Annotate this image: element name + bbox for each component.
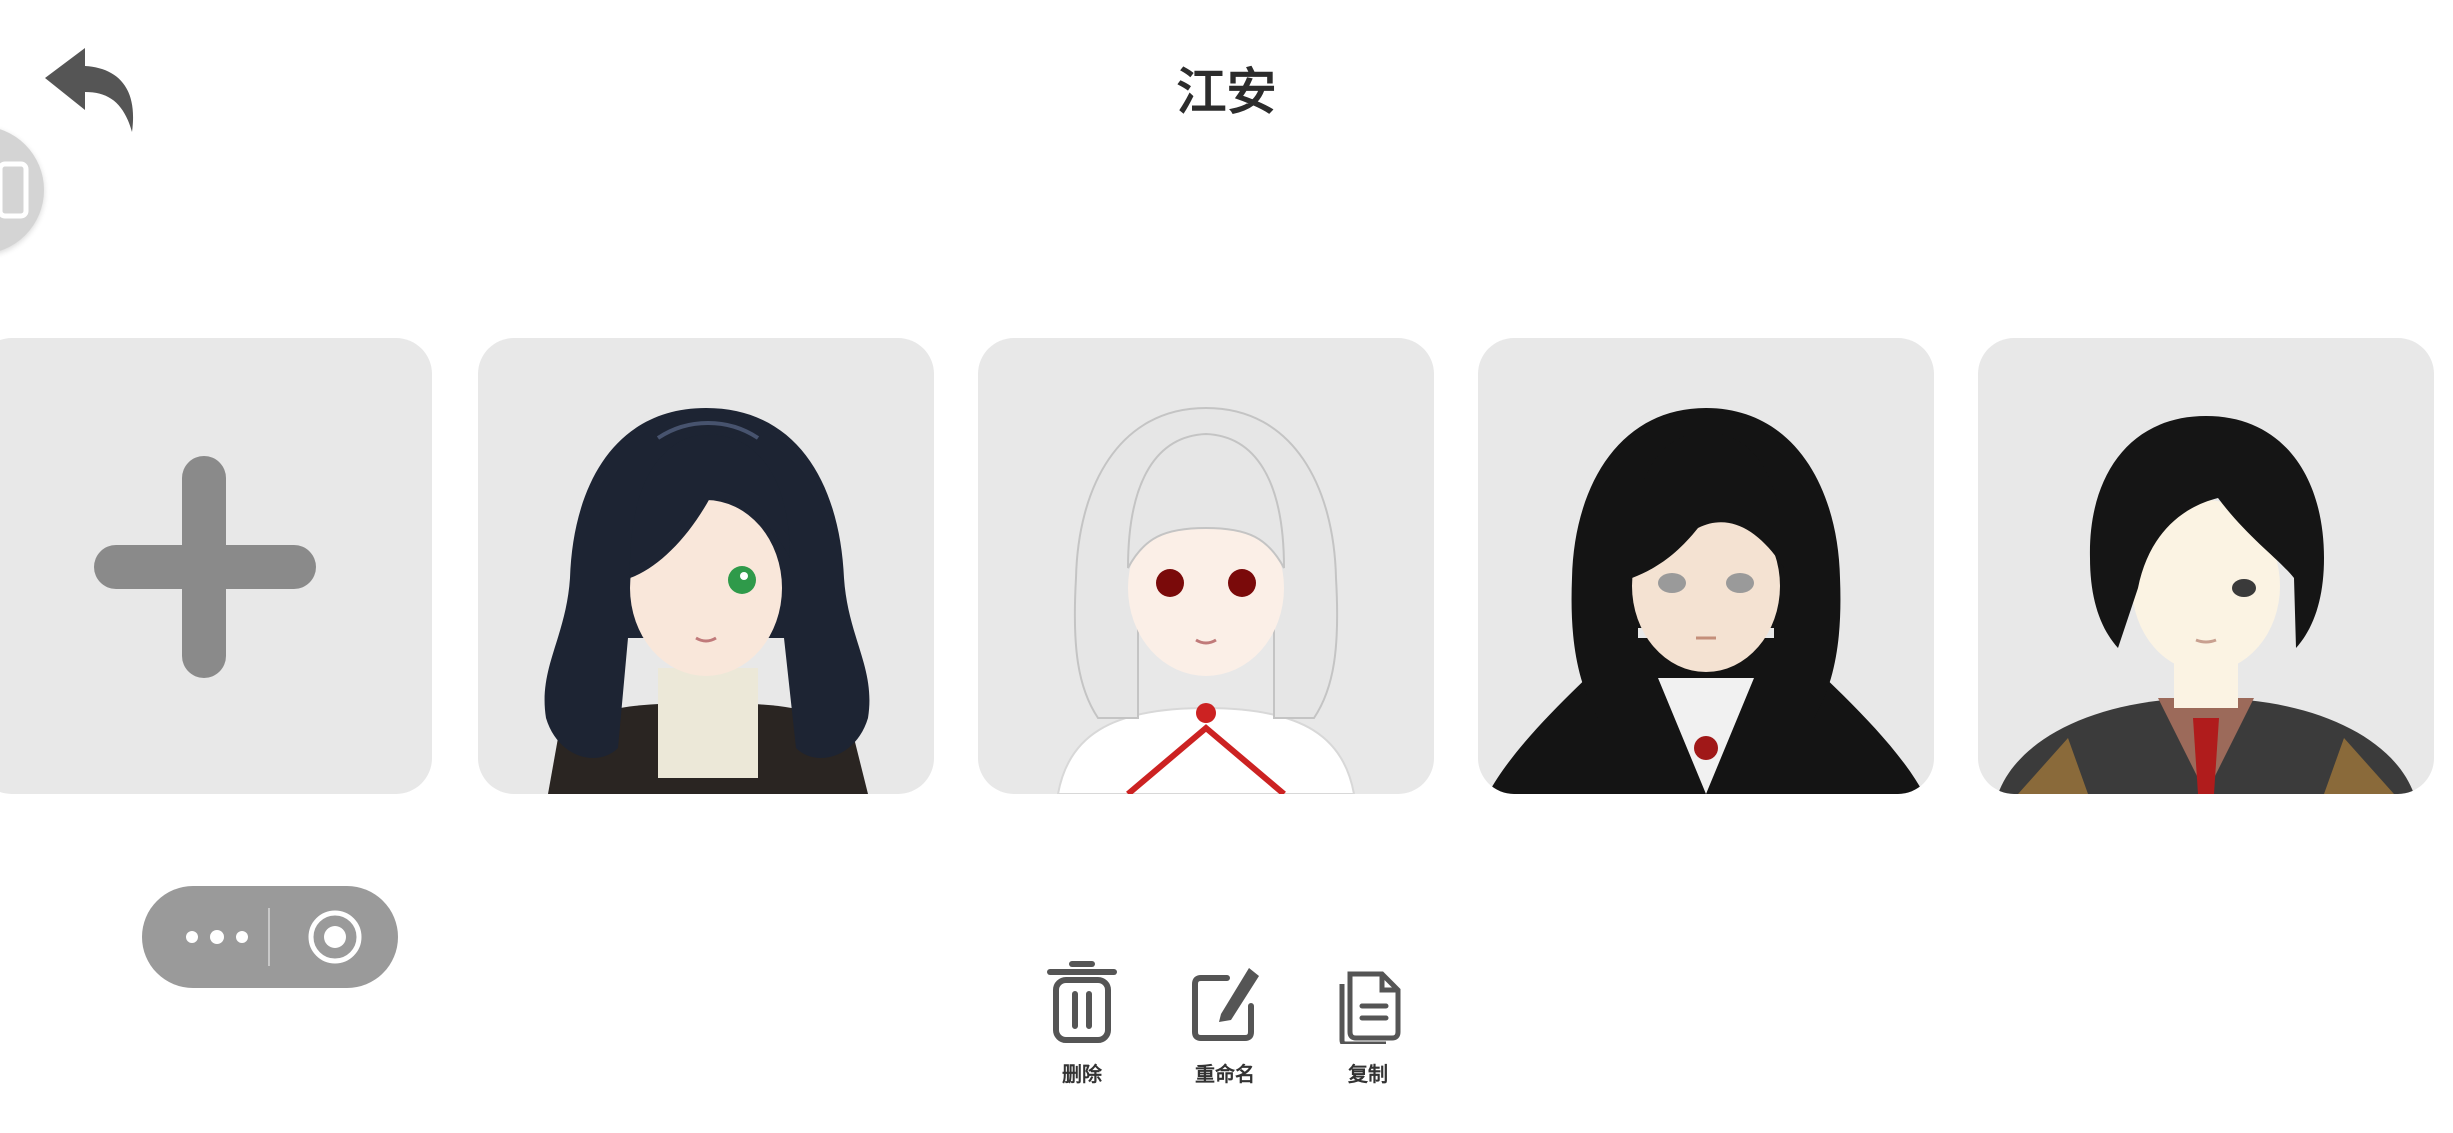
delete-button[interactable]: 删除 xyxy=(1027,960,1137,1087)
edit-icon xyxy=(1192,968,1259,1041)
phone-icon xyxy=(0,161,29,219)
page-title: 江安 xyxy=(1176,63,1277,121)
add-avatar-card[interactable] xyxy=(0,338,432,794)
plus-icon xyxy=(94,456,316,678)
avatar-card-2[interactable] xyxy=(978,338,1434,794)
rename-button[interactable]: 重命名 xyxy=(1170,960,1280,1087)
delete-label: 删除 xyxy=(1062,1062,1102,1086)
avatar-portrait xyxy=(1056,406,1356,794)
capsule-divider xyxy=(268,908,270,966)
copy-button[interactable]: 复制 xyxy=(1313,960,1423,1087)
avatar-card-1[interactable] xyxy=(478,338,934,794)
avatar-portrait xyxy=(1488,408,1924,794)
avatar-portrait xyxy=(544,408,870,794)
target-icon[interactable] xyxy=(300,910,370,964)
avatar-card-4[interactable] xyxy=(1978,338,2434,794)
avatar-card-3[interactable] xyxy=(1478,338,1934,794)
side-float-handle[interactable] xyxy=(0,126,44,254)
avatar-portrait xyxy=(1998,416,2414,794)
more-dots-icon[interactable] xyxy=(172,912,262,962)
copy-icon xyxy=(1339,971,1401,1044)
copy-label: 复制 xyxy=(1348,1062,1388,1086)
mini-program-capsule xyxy=(142,886,398,988)
trash-icon xyxy=(1047,961,1117,1043)
rename-label: 重命名 xyxy=(1195,1062,1255,1086)
